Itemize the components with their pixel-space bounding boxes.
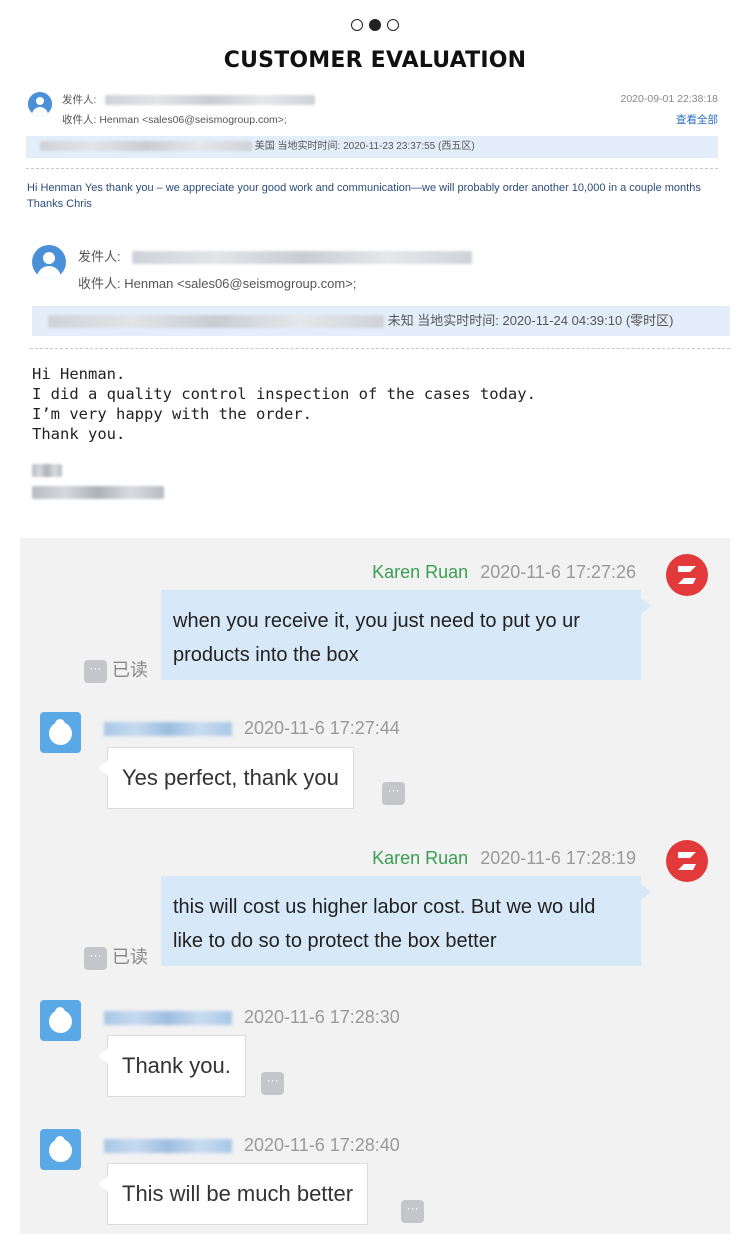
company-logo-icon [666, 840, 708, 882]
company-logo-icon [666, 554, 708, 596]
message-meta: Karen Ruan 2020-11-6 17:28:19 [372, 848, 636, 869]
email-to-row: 收件人: Henman <sales06@seismogroup.com>; [78, 273, 356, 292]
message-bubble-incoming: This will be much better [98, 1163, 369, 1225]
customer-avatar-icon [40, 712, 81, 753]
to-value: Henman <sales06@seismogroup.com>; [124, 276, 357, 291]
message-bubble-incoming: Thank you. [99, 1035, 246, 1097]
more-options-icon[interactable]: ··· [382, 782, 405, 805]
message-bubble-outgoing: when you receive it, you just need to pu… [161, 590, 651, 680]
customer-name-redacted [104, 722, 232, 737]
email-from-row: 发件人: [62, 92, 316, 107]
message-time: 2020-11-6 17:28:30 [244, 1007, 400, 1027]
sender-name: Karen Ruan [372, 562, 469, 582]
local-time-text: 美国 当地实时时间: 2020-11-23 23:37:55 (西五区) [254, 141, 475, 152]
ip-address-redacted [40, 141, 252, 152]
divider [26, 168, 718, 169]
local-time-text: 未知 当地实时时间: 2020-11-24 04:39:10 (零时区) [387, 313, 674, 328]
signature-company-redacted [32, 486, 164, 499]
message-bubble-incoming: Yes perfect, thank you [99, 747, 354, 809]
read-label: 已读 [112, 947, 149, 967]
more-options-icon[interactable]: ··· [84, 946, 107, 970]
message-time: 2020-11-6 17:28:19 [480, 848, 636, 868]
user-avatar-icon [32, 245, 66, 279]
local-time-bar: 美国 当地实时时间: 2020-11-23 23:37:55 (西五区) [26, 136, 718, 158]
sender-address-redacted [132, 251, 473, 265]
from-label: 发件人: [62, 94, 97, 106]
email-body: Hi Henman. I did a quality control inspe… [32, 365, 536, 443]
email-date: 2020-09-01 22:38:18 [620, 93, 719, 105]
read-receipt: ··· 已读 [84, 943, 148, 970]
more-options-icon[interactable]: ··· [401, 1200, 424, 1223]
more-options-icon[interactable]: ··· [84, 659, 107, 683]
local-time-bar: 未知 当地实时时间: 2020-11-24 04:39:10 (零时区) [32, 306, 730, 336]
to-value: Henman <sales06@seismogroup.com>; [99, 114, 287, 126]
read-receipt: ··· 已读 [84, 656, 148, 683]
sender-name: Karen Ruan [372, 848, 469, 868]
customer-avatar-icon [40, 1000, 81, 1041]
message-meta: 2020-11-6 17:27:44 [104, 718, 400, 739]
pager-dot-3[interactable] [387, 19, 399, 31]
message-bubble-outgoing: this will cost us higher labor cost. But… [161, 876, 651, 966]
message-time: 2020-11-6 17:27:26 [480, 562, 636, 582]
carousel-pager [0, 19, 750, 31]
customer-name-redacted [104, 1011, 232, 1026]
to-label: 收件人: [62, 114, 97, 126]
message-meta: 2020-11-6 17:28:30 [104, 1007, 400, 1028]
email-body: Hi Henman Yes thank you – we appreciate … [27, 182, 701, 210]
pager-dot-2[interactable] [369, 19, 381, 31]
sender-address-redacted [105, 95, 316, 106]
read-label: 已读 [112, 660, 149, 680]
signature-name-redacted [32, 464, 62, 477]
from-label: 发件人: [78, 249, 121, 264]
email-to-row: 收件人: Henman <sales06@seismogroup.com>; [62, 112, 287, 127]
ip-address-redacted [48, 315, 384, 329]
email-from-row: 发件人: [78, 246, 473, 265]
divider [30, 348, 730, 349]
customer-avatar-icon [40, 1129, 81, 1170]
customer-name-redacted [104, 1139, 232, 1154]
user-avatar-icon [28, 92, 52, 116]
pager-dot-1[interactable] [351, 19, 363, 31]
to-label: 收件人: [78, 276, 121, 291]
message-time: 2020-11-6 17:27:44 [244, 718, 400, 738]
page-title: CUSTOMER EVALUATION [223, 48, 527, 73]
message-meta: Karen Ruan 2020-11-6 17:27:26 [372, 562, 636, 583]
chat-panel: Karen Ruan 2020-11-6 17:27:26 when you re… [20, 538, 730, 1234]
message-time: 2020-11-6 17:28:40 [244, 1135, 400, 1155]
more-options-icon[interactable]: ··· [261, 1072, 284, 1095]
view-all-link[interactable]: 查看全部 [676, 112, 718, 127]
message-meta: 2020-11-6 17:28:40 [104, 1135, 400, 1156]
